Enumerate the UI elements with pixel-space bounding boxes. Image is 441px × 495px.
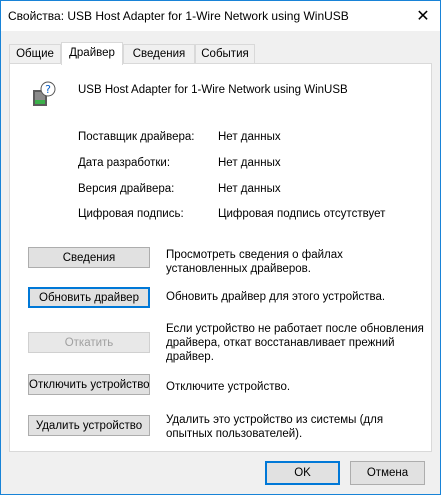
tab-events[interactable]: События — [195, 44, 255, 64]
update-driver-description: Обновить драйвер для этого устройства. — [166, 291, 386, 303]
window-title: Свойства: USB Host Adapter for 1-Wire Ne… — [8, 9, 349, 23]
update-driver-button[interactable]: Обновить драйвер — [28, 287, 150, 308]
signature-value: Цифровая подпись отсутствует — [218, 208, 386, 220]
svg-text:?: ? — [45, 83, 51, 96]
date-value: Нет данных — [218, 157, 281, 169]
signature-label: Цифровая подпись: — [78, 208, 184, 220]
cancel-button[interactable]: Отмена — [350, 461, 425, 485]
rollback-driver-description: Если устройство не работает после обновл… — [166, 323, 424, 363]
tab-driver[interactable]: Драйвер — [61, 42, 123, 65]
close-button[interactable]: ✕ — [406, 1, 440, 31]
uninstall-device-description: Удалить это устройство из системы (для о… — [166, 414, 384, 440]
title-bar[interactable]: Свойства: USB Host Adapter for 1-Wire Ne… — [1, 1, 440, 31]
tab-details[interactable]: Сведения — [123, 44, 195, 64]
usb-device-unknown-icon: ? — [33, 81, 56, 106]
version-value: Нет данных — [218, 183, 281, 195]
device-name: USB Host Adapter for 1-Wire Network usin… — [78, 84, 348, 96]
properties-dialog: Свойства: USB Host Adapter for 1-Wire Ne… — [0, 0, 441, 495]
close-icon: ✕ — [416, 8, 430, 25]
driver-details-description: Просмотреть сведения о файлах установлен… — [166, 249, 343, 275]
rollback-driver-button[interactable]: Откатить — [28, 332, 150, 353]
version-label: Версия драйвера: — [78, 183, 175, 195]
provider-label: Поставщик драйвера: — [78, 131, 195, 143]
disable-device-button[interactable]: Отключить устройство — [28, 374, 150, 395]
uninstall-device-button[interactable]: Удалить устройство — [28, 415, 150, 436]
provider-value: Нет данных — [218, 131, 281, 143]
disable-device-description: Отключите устройство. — [166, 381, 291, 393]
ok-button[interactable]: OK — [265, 461, 340, 485]
driver-tab-panel: ? USB Host Adapter for 1-Wire Network us… — [9, 63, 432, 452]
tab-general[interactable]: Общие — [9, 44, 61, 64]
driver-details-button[interactable]: Сведения — [28, 247, 150, 268]
date-label: Дата разработки: — [78, 157, 171, 169]
